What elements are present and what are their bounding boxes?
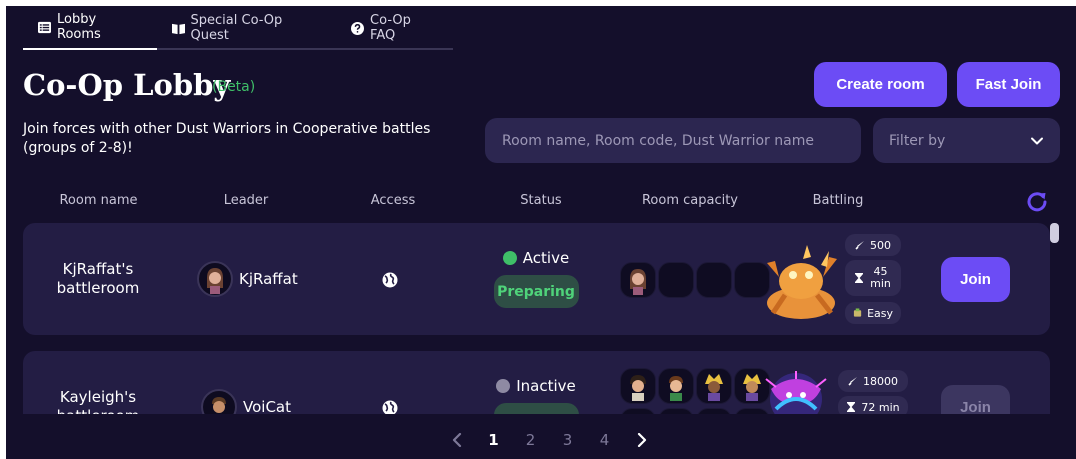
phase-badge: Preparing bbox=[493, 275, 579, 308]
previous-page-button[interactable] bbox=[438, 433, 475, 447]
page-2-button[interactable]: 2 bbox=[512, 431, 549, 449]
capacity-slot-empty bbox=[696, 262, 732, 298]
capacity-slot-empty bbox=[658, 262, 694, 298]
book-icon bbox=[171, 22, 185, 35]
page-3-button[interactable]: 3 bbox=[549, 431, 586, 449]
monster-boss-image bbox=[767, 245, 837, 319]
damage-chip: 18000 bbox=[838, 370, 908, 392]
leader-name: KjRaffat bbox=[239, 270, 298, 288]
refresh-icon[interactable] bbox=[1026, 190, 1048, 212]
tab-label: Co-Op FAQ bbox=[370, 13, 411, 43]
time-chip: 45 min bbox=[845, 260, 901, 296]
table-row: KjRaffat's battleroom KjRaffat Active Pr… bbox=[23, 223, 1050, 335]
page-description: Join forces with other Dust Warriors in … bbox=[23, 121, 431, 156]
inactive-status-dot bbox=[496, 379, 511, 393]
avatar bbox=[630, 269, 646, 295]
column-room-name: Room name bbox=[59, 193, 138, 208]
hourglass-icon bbox=[854, 273, 863, 283]
chevron-down-icon bbox=[1031, 137, 1043, 144]
difficulty-chip: Easy bbox=[845, 302, 901, 324]
leader: KjRaffat bbox=[197, 261, 298, 297]
coop-lobby-page: Lobby Rooms Special Co-Op Quest Co-Op FA… bbox=[6, 6, 1076, 459]
beta-badge: (Beta) bbox=[212, 79, 256, 95]
capacity-slot-filled bbox=[620, 368, 656, 404]
sword-icon bbox=[848, 377, 857, 386]
column-status: Status bbox=[520, 193, 562, 208]
column-access: Access bbox=[370, 193, 416, 208]
damage-chip: 500 bbox=[845, 234, 901, 256]
question-icon bbox=[351, 21, 365, 35]
difficulty-icon bbox=[853, 308, 862, 317]
avatar bbox=[630, 375, 646, 401]
capacity-slot-filled bbox=[658, 368, 694, 404]
page-1-button[interactable]: 1 bbox=[475, 431, 512, 449]
avatar bbox=[705, 374, 723, 401]
room-status: Active Preparing bbox=[493, 249, 579, 308]
fast-join-button[interactable]: Fast Join bbox=[957, 62, 1060, 107]
status-text: Inactive bbox=[516, 377, 576, 395]
hourglass-icon bbox=[847, 402, 856, 412]
tab-label: Lobby Rooms bbox=[57, 12, 101, 42]
filter-label: Filter by bbox=[889, 132, 946, 149]
avatar bbox=[197, 261, 233, 297]
chevron-right-icon bbox=[637, 433, 646, 447]
tab-label: Special Co-Op Quest bbox=[190, 13, 283, 43]
filter-dropdown[interactable]: Filter by bbox=[873, 118, 1060, 163]
create-room-button[interactable]: Create room bbox=[814, 62, 947, 107]
page-4-button[interactable]: 4 bbox=[586, 431, 623, 449]
tab-lobby-rooms[interactable]: Lobby Rooms bbox=[23, 6, 157, 50]
next-page-button[interactable] bbox=[623, 433, 660, 447]
column-battling: Battling bbox=[812, 193, 864, 208]
tab-special-coop-quest[interactable]: Special Co-Op Quest bbox=[157, 6, 337, 50]
tab-bar: Lobby Rooms Special Co-Op Quest Co-Op FA… bbox=[23, 6, 453, 50]
pagination: 1 2 3 4 bbox=[438, 431, 660, 449]
tab-coop-faq[interactable]: Co-Op FAQ bbox=[336, 6, 453, 50]
search-input[interactable] bbox=[485, 118, 861, 163]
capacity-slot-filled bbox=[620, 262, 656, 298]
page-title: Co-Op Lobby bbox=[23, 68, 231, 102]
capacity-slot-filled bbox=[696, 368, 732, 404]
globe-icon bbox=[382, 272, 398, 288]
active-status-dot bbox=[502, 251, 517, 265]
column-room-capacity: Room capacity bbox=[641, 193, 739, 208]
sword-icon bbox=[855, 241, 864, 250]
column-leader: Leader bbox=[223, 193, 269, 208]
room-name: KjRaffat's battleroom bbox=[56, 260, 140, 297]
status-text: Active bbox=[522, 249, 570, 267]
join-button[interactable]: Join bbox=[941, 257, 1010, 302]
list-icon bbox=[38, 21, 51, 34]
chevron-left-icon bbox=[452, 433, 461, 447]
avatar bbox=[669, 376, 683, 401]
scrollbar-thumb[interactable] bbox=[1050, 223, 1059, 243]
